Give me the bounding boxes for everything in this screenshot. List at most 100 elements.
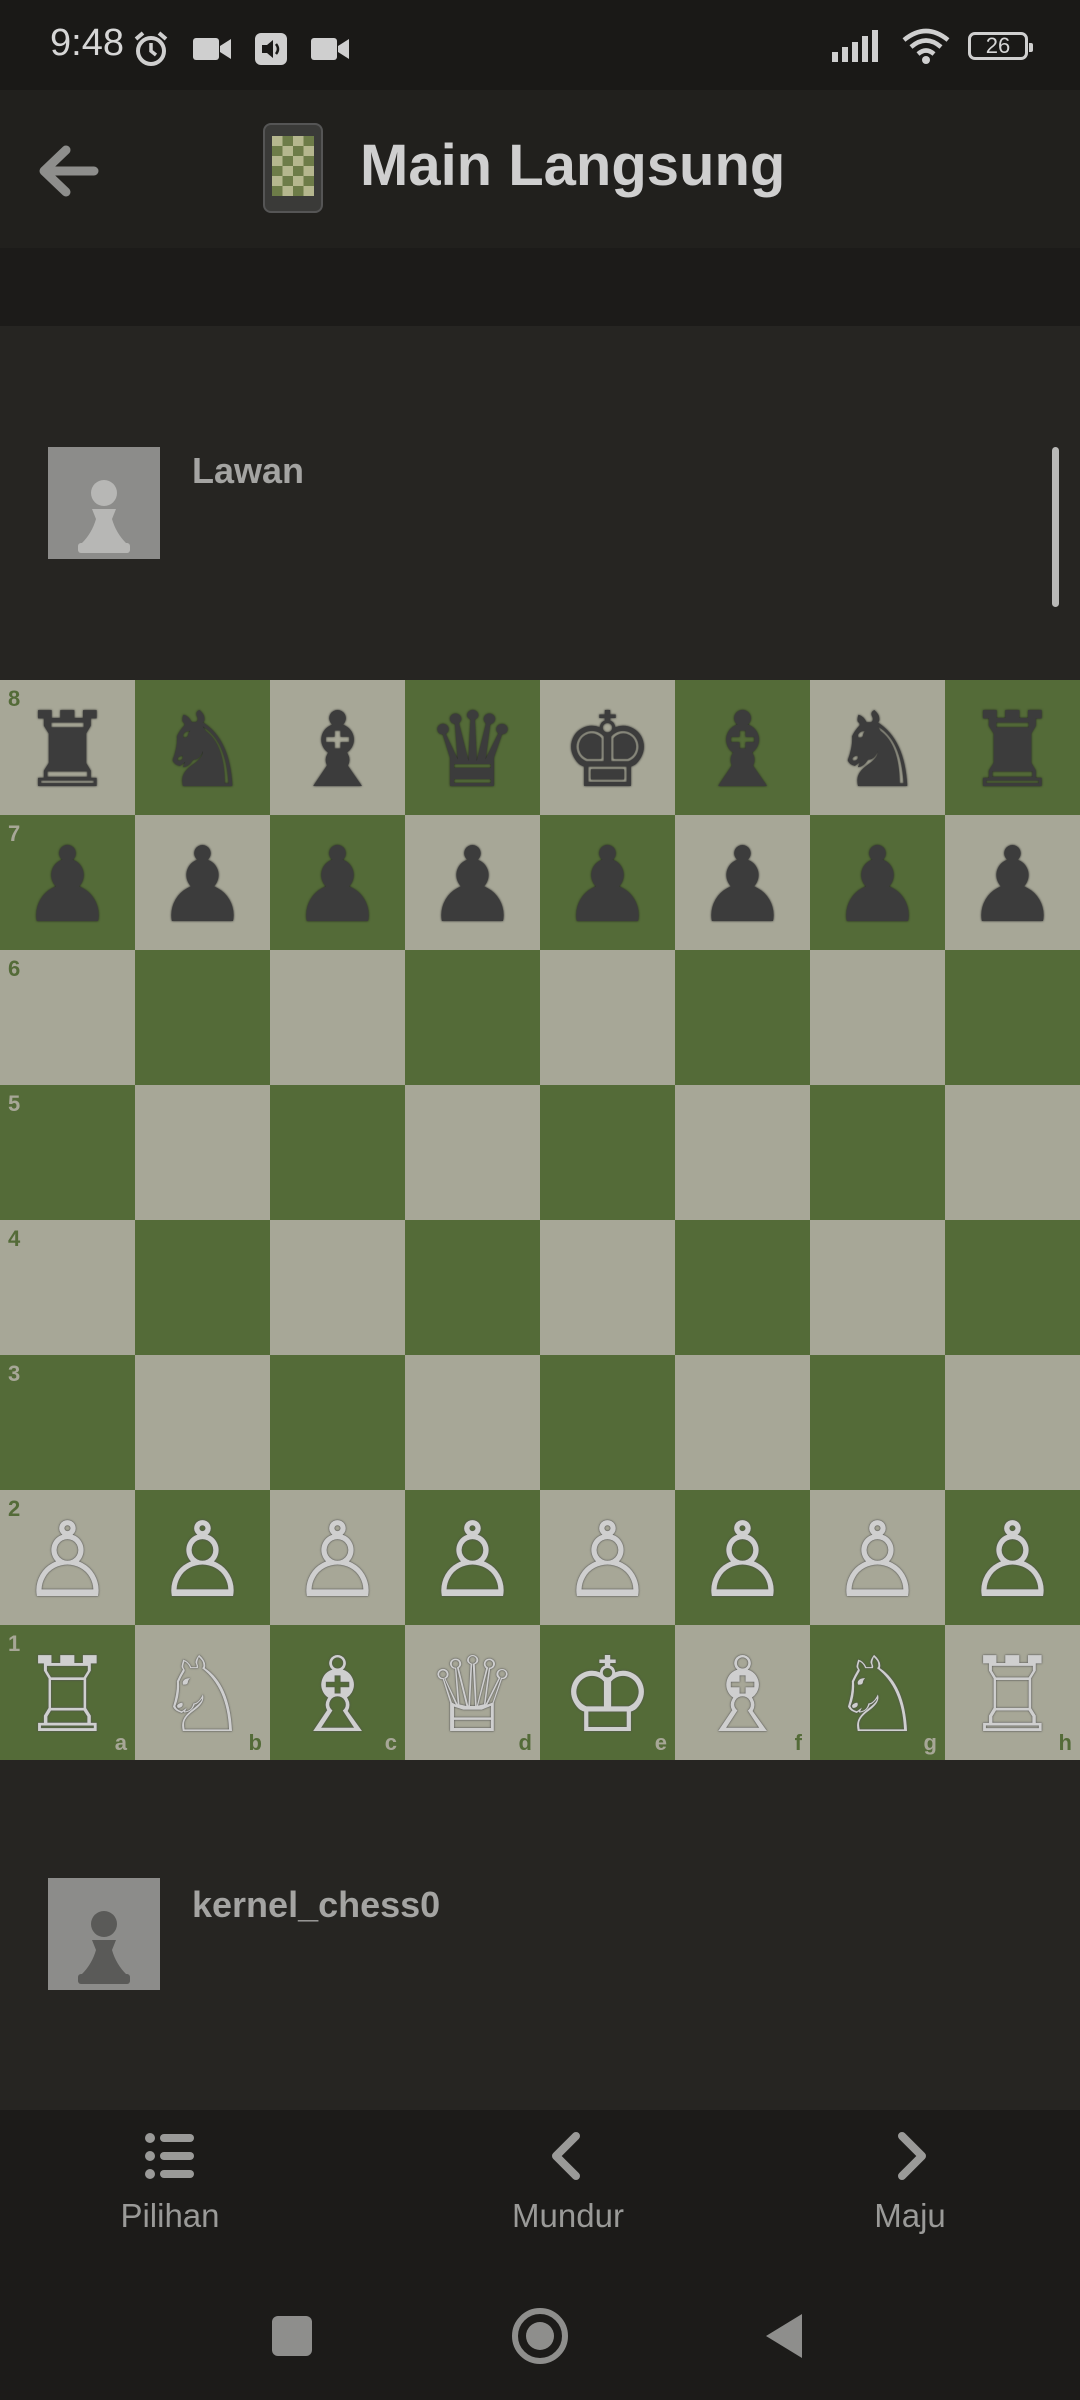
square-b3[interactable] <box>135 1355 270 1490</box>
square-b7[interactable]: ♟ <box>135 815 270 950</box>
square-e7[interactable]: ♟ <box>540 815 675 950</box>
square-f2[interactable]: ♙ <box>675 1490 810 1625</box>
black-pawn-piece[interactable]: ♟ <box>21 833 114 937</box>
square-e8[interactable]: ♚ <box>540 680 675 815</box>
square-d3[interactable] <box>405 1355 540 1490</box>
square-c7[interactable]: ♟ <box>270 815 405 950</box>
square-d8[interactable]: ♛ <box>405 680 540 815</box>
square-h7[interactable]: ♟ <box>945 815 1080 950</box>
recents-square-icon[interactable] <box>270 2314 314 2358</box>
black-pawn-piece[interactable]: ♟ <box>831 833 924 937</box>
opponent-avatar[interactable] <box>48 447 160 559</box>
white-pawn-piece[interactable]: ♙ <box>696 1508 789 1612</box>
square-h3[interactable] <box>945 1355 1080 1490</box>
square-g1[interactable]: g ♘ <box>810 1625 945 1760</box>
square-g2[interactable]: ♙ <box>810 1490 945 1625</box>
white-queen-piece[interactable]: ♕ <box>426 1643 519 1747</box>
square-a3[interactable]: 3 <box>0 1355 135 1490</box>
square-d2[interactable]: ♙ <box>405 1490 540 1625</box>
square-e4[interactable] <box>540 1220 675 1355</box>
black-pawn-piece[interactable]: ♟ <box>156 833 249 937</box>
square-a7[interactable]: 7 ♟ <box>0 815 135 950</box>
home-circle-icon[interactable] <box>510 2306 570 2366</box>
square-c1[interactable]: c ♗ <box>270 1625 405 1760</box>
black-pawn-piece[interactable]: ♟ <box>966 833 1059 937</box>
back-move-button[interactable]: Mundur <box>418 2128 718 2235</box>
black-queen-piece[interactable]: ♛ <box>426 698 519 802</box>
square-b1[interactable]: b ♘ <box>135 1625 270 1760</box>
square-e3[interactable] <box>540 1355 675 1490</box>
black-bishop-piece[interactable]: ♝ <box>291 698 384 802</box>
square-g5[interactable] <box>810 1085 945 1220</box>
white-pawn-piece[interactable]: ♙ <box>21 1508 114 1612</box>
black-rook-piece[interactable]: ♜ <box>21 698 114 802</box>
white-pawn-piece[interactable]: ♙ <box>831 1508 924 1612</box>
player-avatar[interactable] <box>48 1878 160 1990</box>
square-b2[interactable]: ♙ <box>135 1490 270 1625</box>
white-pawn-piece[interactable]: ♙ <box>156 1508 249 1612</box>
black-pawn-piece[interactable]: ♟ <box>696 833 789 937</box>
square-a1[interactable]: 1 a ♖ <box>0 1625 135 1760</box>
square-f7[interactable]: ♟ <box>675 815 810 950</box>
square-c5[interactable] <box>270 1085 405 1220</box>
square-h5[interactable] <box>945 1085 1080 1220</box>
square-h8[interactable]: ♜ <box>945 680 1080 815</box>
white-knight-piece[interactable]: ♘ <box>156 1643 249 1747</box>
black-pawn-piece[interactable]: ♟ <box>561 833 654 937</box>
black-knight-piece[interactable]: ♞ <box>831 698 924 802</box>
forward-move-button[interactable]: Maju <box>760 2128 1060 2235</box>
square-h2[interactable]: ♙ <box>945 1490 1080 1625</box>
black-pawn-piece[interactable]: ♟ <box>426 833 519 937</box>
square-f3[interactable] <box>675 1355 810 1490</box>
square-f6[interactable] <box>675 950 810 1085</box>
white-rook-piece[interactable]: ♖ <box>21 1643 114 1747</box>
white-pawn-piece[interactable]: ♙ <box>426 1508 519 1612</box>
square-b5[interactable] <box>135 1085 270 1220</box>
square-a8[interactable]: 8 ♜ <box>0 680 135 815</box>
square-f1[interactable]: f ♗ <box>675 1625 810 1760</box>
square-a5[interactable]: 5 <box>0 1085 135 1220</box>
square-g4[interactable] <box>810 1220 945 1355</box>
white-bishop-piece[interactable]: ♗ <box>696 1643 789 1747</box>
square-d6[interactable] <box>405 950 540 1085</box>
white-bishop-piece[interactable]: ♗ <box>291 1643 384 1747</box>
square-b8[interactable]: ♞ <box>135 680 270 815</box>
square-h1[interactable]: h ♖ <box>945 1625 1080 1760</box>
square-d1[interactable]: d ♕ <box>405 1625 540 1760</box>
white-knight-piece[interactable]: ♘ <box>831 1643 924 1747</box>
square-d5[interactable] <box>405 1085 540 1220</box>
square-a4[interactable]: 4 <box>0 1220 135 1355</box>
square-b6[interactable] <box>135 950 270 1085</box>
square-c2[interactable]: ♙ <box>270 1490 405 1625</box>
square-f5[interactable] <box>675 1085 810 1220</box>
square-f4[interactable] <box>675 1220 810 1355</box>
square-g6[interactable] <box>810 950 945 1085</box>
square-e6[interactable] <box>540 950 675 1085</box>
square-c6[interactable] <box>270 950 405 1085</box>
options-button[interactable]: Pilihan <box>20 2128 320 2235</box>
square-g8[interactable]: ♞ <box>810 680 945 815</box>
square-e2[interactable]: ♙ <box>540 1490 675 1625</box>
scrollbar[interactable] <box>1052 447 1059 607</box>
black-rook-piece[interactable]: ♜ <box>966 698 1059 802</box>
square-a2[interactable]: 2 ♙ <box>0 1490 135 1625</box>
square-h6[interactable] <box>945 950 1080 1085</box>
square-c3[interactable] <box>270 1355 405 1490</box>
square-g3[interactable] <box>810 1355 945 1490</box>
white-rook-piece[interactable]: ♖ <box>966 1643 1059 1747</box>
black-knight-piece[interactable]: ♞ <box>156 698 249 802</box>
black-bishop-piece[interactable]: ♝ <box>696 698 789 802</box>
square-c8[interactable]: ♝ <box>270 680 405 815</box>
white-king-piece[interactable]: ♔ <box>561 1643 654 1747</box>
black-king-piece[interactable]: ♚ <box>561 698 654 802</box>
square-g7[interactable]: ♟ <box>810 815 945 950</box>
square-c4[interactable] <box>270 1220 405 1355</box>
chess-board[interactable]: 8 ♜ ♞ ♝ ♛ ♚ ♝ ♞ ♜ 7 ♟ ♟ ♟ ♟ ♟ ♟ ♟ ♟ 6 5 4 3 2 ♙ ♙ ♙ ♙ ♙ ♙ ♙ ♙ 1 a ♖ b ♘ c ♗ d ♕… <box>0 680 1080 1760</box>
square-f8[interactable]: ♝ <box>675 680 810 815</box>
white-pawn-piece[interactable]: ♙ <box>291 1508 384 1612</box>
black-pawn-piece[interactable]: ♟ <box>291 833 384 937</box>
square-d4[interactable] <box>405 1220 540 1355</box>
square-a6[interactable]: 6 <box>0 950 135 1085</box>
white-pawn-piece[interactable]: ♙ <box>561 1508 654 1612</box>
square-b4[interactable] <box>135 1220 270 1355</box>
